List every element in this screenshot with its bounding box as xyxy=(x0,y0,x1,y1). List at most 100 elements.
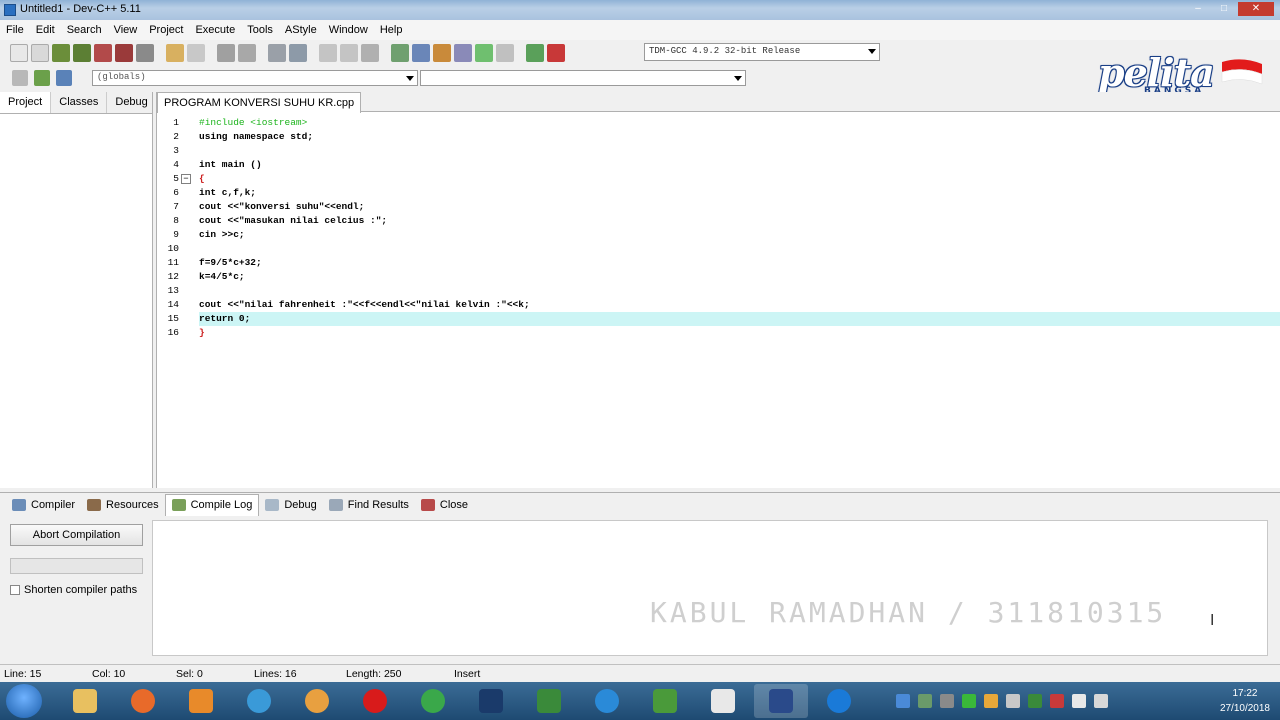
forward-icon[interactable] xyxy=(340,44,358,62)
redo-icon[interactable] xyxy=(187,44,205,62)
compile-run-icon[interactable] xyxy=(433,44,451,62)
back-icon[interactable] xyxy=(319,44,337,62)
devcpp-taskbar-icon[interactable] xyxy=(754,684,808,718)
photoshop-taskbar-icon[interactable] xyxy=(464,684,518,718)
print-icon[interactable] xyxy=(136,44,154,62)
start-button[interactable] xyxy=(6,684,42,718)
code-line[interactable]: 6 int c,f,k; xyxy=(173,186,1280,200)
clock[interactable]: 17:22 27/10/2018 xyxy=(1220,686,1270,716)
menu-astyle[interactable]: AStyle xyxy=(279,24,323,36)
goto-icon[interactable] xyxy=(268,44,286,62)
debug-icon[interactable] xyxy=(547,44,565,62)
run-icon[interactable] xyxy=(412,44,430,62)
toggle-icon[interactable] xyxy=(34,70,50,86)
code-line[interactable]: 9 cin >>c; xyxy=(173,228,1280,242)
tray-icon[interactable] xyxy=(984,694,998,708)
tab-debug[interactable]: Debug xyxy=(107,92,157,113)
code-line[interactable]: 12 k=4/5*c; xyxy=(168,270,1280,284)
tab-find-results[interactable]: Find Results xyxy=(323,494,415,516)
code-line[interactable]: 1 #include <iostream> xyxy=(173,116,1280,130)
indent-icon[interactable] xyxy=(361,44,379,62)
open-file-icon[interactable] xyxy=(31,44,49,62)
tab-classes[interactable]: Classes xyxy=(51,92,108,113)
menu-search[interactable]: Search xyxy=(61,24,108,36)
close-window-button[interactable]: ✕ xyxy=(1238,2,1274,16)
code-line[interactable]: 16} xyxy=(168,326,1280,340)
excel-taskbar-icon[interactable] xyxy=(522,684,576,718)
shorten-paths-option[interactable]: Shorten compiler paths xyxy=(10,584,137,596)
shorten-paths-checkbox[interactable] xyxy=(10,585,20,595)
menu-edit[interactable]: Edit xyxy=(30,24,61,36)
fold-toggle-icon[interactable]: − xyxy=(181,174,191,184)
tray-icon[interactable] xyxy=(918,694,932,708)
browser-taskbar-icon[interactable] xyxy=(290,684,344,718)
compile-log-output[interactable] xyxy=(152,520,1268,656)
menu-tools[interactable]: Tools xyxy=(241,24,279,36)
menu-window[interactable]: Window xyxy=(323,24,374,36)
close-file-icon[interactable] xyxy=(94,44,112,62)
close-all-icon[interactable] xyxy=(115,44,133,62)
profile-icon[interactable] xyxy=(526,44,544,62)
menu-view[interactable]: View xyxy=(108,24,144,36)
code-area[interactable]: 1 #include <iostream> 2 using namespace st… xyxy=(168,116,1280,340)
tray-icon[interactable] xyxy=(896,694,910,708)
tray-icon[interactable] xyxy=(940,694,954,708)
scope-select[interactable]: (globals) xyxy=(92,70,418,86)
code-line[interactable]: 3 xyxy=(173,144,1280,158)
media-player-taskbar-icon[interactable] xyxy=(174,684,228,718)
sync-taskbar-icon[interactable] xyxy=(580,684,634,718)
undo-icon[interactable] xyxy=(166,44,184,62)
save-icon[interactable] xyxy=(52,44,70,62)
code-line[interactable]: 5−{ xyxy=(173,172,1280,186)
menu-file[interactable]: File xyxy=(0,24,30,36)
network-icon[interactable] xyxy=(1094,694,1108,708)
firefox-taskbar-icon[interactable] xyxy=(116,684,170,718)
code-line[interactable]: 14 cout <<"nilai fahrenheit :"<<f<<endl<<… xyxy=(168,298,1280,312)
code-line[interactable]: 11 f=9/5*c+32; xyxy=(168,256,1280,270)
menu-execute[interactable]: Execute xyxy=(189,24,241,36)
tray-icon[interactable] xyxy=(1028,694,1042,708)
minimize-button[interactable]: – xyxy=(1186,2,1210,16)
code-line[interactable]: 10 xyxy=(168,242,1280,256)
tab-source-file[interactable]: PROGRAM KONVERSI SUHU KR.cpp xyxy=(157,92,362,113)
save-all-icon[interactable] xyxy=(73,44,91,62)
teamviewer-taskbar-icon[interactable] xyxy=(812,684,866,718)
code-line[interactable]: 7 cout <<"konversi suhu"<<endl; xyxy=(173,200,1280,214)
camtasia-taskbar-icon[interactable] xyxy=(638,684,692,718)
opera-taskbar-icon[interactable] xyxy=(348,684,402,718)
maximize-button[interactable]: □ xyxy=(1212,2,1236,16)
menu-project[interactable]: Project xyxy=(143,24,189,36)
tab-resources[interactable]: Resources xyxy=(81,494,165,516)
compile-icon[interactable] xyxy=(391,44,409,62)
chrome-taskbar-icon[interactable] xyxy=(406,684,460,718)
codeblocks-taskbar-icon[interactable] xyxy=(696,684,750,718)
bookmark-icon[interactable] xyxy=(289,44,307,62)
new-file-icon[interactable] xyxy=(10,44,28,62)
insert-icon[interactable] xyxy=(12,70,28,86)
tray-icon[interactable] xyxy=(1050,694,1064,708)
code-line[interactable]: 2 using namespace std; xyxy=(173,130,1280,144)
tray-icon[interactable] xyxy=(1006,694,1020,708)
goto-bookmark-icon[interactable] xyxy=(56,70,72,86)
file-explorer-taskbar-icon[interactable] xyxy=(58,684,112,718)
ie-taskbar-icon[interactable] xyxy=(232,684,286,718)
volume-icon[interactable] xyxy=(1072,694,1086,708)
tab-compiler[interactable]: Compiler xyxy=(6,494,81,516)
check-syntax-icon[interactable] xyxy=(475,44,493,62)
replace-icon[interactable] xyxy=(238,44,256,62)
code-line[interactable]: 8 cout <<"masukan nilai celcius :"; xyxy=(173,214,1280,228)
abort-compilation-button[interactable]: Abort Compilation xyxy=(10,524,143,546)
stop-icon[interactable] xyxy=(496,44,514,62)
current-code-line[interactable]: 15 return 0; xyxy=(168,312,1280,326)
compiler-select[interactable]: TDM-GCC 4.9.2 32-bit Release xyxy=(644,43,880,61)
function-select[interactable] xyxy=(420,70,746,86)
tab-project[interactable]: Project xyxy=(0,92,52,113)
tab-close[interactable]: Close xyxy=(415,494,474,516)
rebuild-icon[interactable] xyxy=(454,44,472,62)
code-line[interactable]: 4 int main () xyxy=(173,158,1280,172)
menu-help[interactable]: Help xyxy=(374,24,409,36)
tray-icon[interactable] xyxy=(962,694,976,708)
code-line[interactable]: 13 xyxy=(168,284,1280,298)
tab-compile-log[interactable]: Compile Log xyxy=(164,493,260,516)
tab-debug-bottom[interactable]: Debug xyxy=(259,494,322,516)
